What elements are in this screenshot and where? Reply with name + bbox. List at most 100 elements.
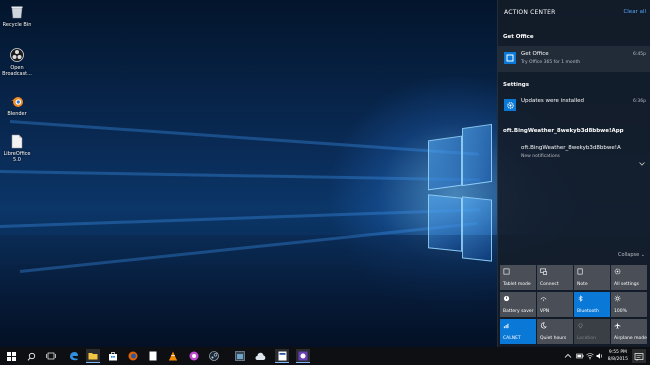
notification-time: 6:36p: [633, 99, 646, 104]
office-icon: [504, 52, 516, 64]
chevron-down-icon[interactable]: [639, 151, 645, 170]
notification-bing-weather[interactable]: oft.BingWeather_8wekyb3d8bbwe!A New noti…: [498, 141, 650, 166]
collapse-quick-actions-link[interactable]: Collapse ⌄: [618, 252, 645, 258]
taskbar-cloud-app[interactable]: [253, 349, 267, 363]
notification-get-office[interactable]: Get Office Try Office 365 for 1 month 6:…: [498, 46, 650, 72]
desktop-icon-obs[interactable]: Open Broadcast...: [1, 47, 33, 77]
notification-subtitle: New notifications: [521, 154, 560, 159]
wifi-icon: [503, 323, 509, 329]
notification-time: 6:45p: [633, 52, 646, 57]
wallpaper-beam: [0, 208, 480, 228]
tile-label: Tablet mode: [503, 282, 531, 287]
desktop-icon-libreoffice[interactable]: LibreOffice 5.0: [1, 133, 33, 163]
clock-date: 8/8/2015: [607, 357, 628, 362]
desktop-icon-blender[interactable]: Blender: [1, 93, 33, 117]
tile-label: 100%: [614, 309, 627, 314]
chevron-up-icon[interactable]: [564, 352, 572, 360]
app-window-icon: [235, 351, 245, 361]
tile-note[interactable]: Note: [574, 265, 610, 290]
cloud-icon: [255, 352, 265, 360]
windows-start-icon: [6, 351, 16, 361]
notification-group-title[interactable]: oft.BingWeather_8wekyb3d8bbwe!App: [503, 128, 624, 134]
folder-icon: [88, 352, 98, 359]
chat-icon: [189, 351, 199, 361]
tile-bluetooth[interactable]: Bluetooth: [574, 292, 610, 317]
desktop-icon-label: Open Broadcast...: [2, 65, 32, 77]
start-button[interactable]: [4, 349, 18, 363]
notification-title: Get Office: [521, 51, 549, 57]
tile-label: Quiet hours: [540, 336, 567, 341]
notification-group-title[interactable]: Get Office: [503, 34, 534, 40]
document-icon: [278, 351, 286, 360]
taskbar-firefox[interactable]: [126, 349, 140, 363]
libreoffice-icon: [9, 133, 25, 149]
airplane-icon: [614, 322, 621, 329]
volume-icon[interactable]: [596, 352, 604, 360]
steam-icon: [209, 351, 219, 361]
connect-icon: [540, 268, 547, 275]
taskbar-hexchat[interactable]: [187, 349, 201, 363]
tile-label: VPN: [540, 309, 550, 314]
tile-vpn[interactable]: VPN: [537, 292, 573, 317]
notification-updates-installed[interactable]: Updates were installed 6:36p: [498, 94, 650, 116]
gear-icon: [614, 268, 621, 275]
taskbar-obs[interactable]: [296, 349, 310, 363]
clear-all-link[interactable]: Clear all: [623, 9, 646, 15]
tile-all-settings[interactable]: All settings: [611, 265, 647, 290]
windows-logo-pane: [428, 135, 462, 191]
location-icon: [578, 323, 583, 329]
taskbar: 9:55 PM 8/8/2015: [0, 347, 650, 365]
blender-icon: [9, 93, 25, 109]
tile-tablet-mode[interactable]: Tablet mode: [500, 265, 536, 290]
tile-label: CALNET: [503, 336, 521, 341]
tile-location[interactable]: Location: [574, 319, 610, 344]
wallpaper-beam: [0, 170, 480, 182]
tile-label: Battery saver: [503, 309, 534, 314]
wifi-icon[interactable]: [586, 352, 594, 360]
tile-airplane-mode[interactable]: Airplane mode: [611, 319, 647, 344]
task-view-button[interactable]: [44, 349, 58, 363]
search-button[interactable]: [24, 349, 38, 363]
battery-icon[interactable]: [576, 352, 584, 360]
tile-quiet-hours[interactable]: Quiet hours: [537, 319, 573, 344]
wallpaper-beam: [9, 120, 479, 156]
collapse-label: Collapse: [617, 252, 640, 258]
taskbar-word-doc[interactable]: [275, 349, 289, 363]
taskbar-store[interactable]: [106, 349, 120, 363]
action-center-button[interactable]: [632, 349, 646, 363]
vpn-icon: [540, 297, 547, 302]
tile-label: Bluetooth: [577, 309, 599, 314]
notification-title: oft.BingWeather_8wekyb3d8bbwe!A: [521, 145, 621, 151]
edge-icon: [70, 352, 78, 361]
taskbar-notepad[interactable]: [146, 349, 160, 363]
tile-label: Airplane mode: [614, 336, 647, 341]
gear-icon: [504, 99, 516, 111]
taskbar-edge[interactable]: [67, 349, 81, 363]
tile-wifi[interactable]: CALNET: [500, 319, 536, 344]
taskbar-file-explorer[interactable]: [86, 349, 100, 363]
clock[interactable]: 9:55 PM 8/8/2015: [608, 349, 628, 363]
chevron-down-icon: ⌄: [640, 252, 645, 258]
tile-connect[interactable]: Connect: [537, 265, 573, 290]
desktop-icon-label: LibreOffice 5.0: [3, 151, 31, 163]
desktop-icon-label: Recycle Bin: [2, 22, 32, 28]
tile-brightness[interactable]: 100%: [611, 292, 647, 317]
taskbar-vlc[interactable]: [166, 349, 180, 363]
firefox-icon: [128, 351, 138, 361]
tablet-icon: [503, 268, 510, 275]
brightness-icon: [614, 295, 621, 302]
desktop-icon-label: Blender: [7, 111, 27, 117]
battery-icon: [503, 295, 510, 302]
action-center-title: ACTION CENTER: [504, 9, 556, 16]
obs-icon: [9, 47, 25, 63]
windows-logo-pane: [462, 196, 492, 262]
tile-battery-saver[interactable]: Battery saver: [500, 292, 536, 317]
desktop-icon-recycle-bin[interactable]: Recycle Bin: [1, 4, 33, 28]
search-icon: [27, 352, 35, 361]
taskbar-app[interactable]: [233, 349, 247, 363]
taskbar-steam[interactable]: [207, 349, 221, 363]
note-icon: [577, 268, 583, 275]
vlc-icon: [169, 351, 177, 361]
task-view-icon: [46, 352, 56, 360]
notification-group-title[interactable]: Settings: [503, 82, 529, 88]
